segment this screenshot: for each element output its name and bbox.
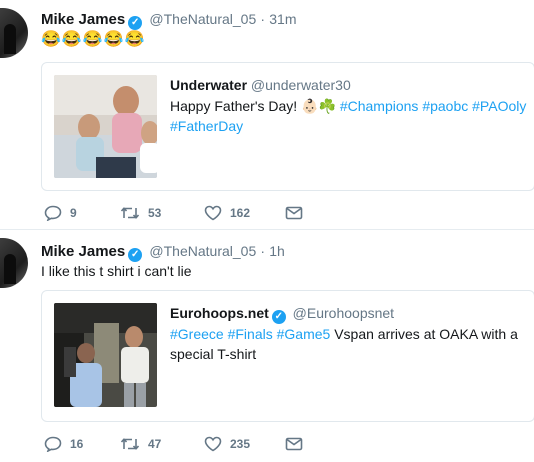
quoted-author-handle[interactable]: @Eurohoopsnet xyxy=(293,305,394,321)
reply-count: 16 xyxy=(70,437,84,451)
quoted-author-name[interactable]: Eurohoops.net xyxy=(170,305,269,321)
separator: · xyxy=(260,243,266,259)
verified-icon: ✓ xyxy=(128,248,143,262)
like-button[interactable]: 235 xyxy=(204,436,250,452)
timestamp[interactable]: 31m xyxy=(269,11,296,27)
like-icon xyxy=(204,205,222,221)
tweet[interactable]: Mike James ✓ @TheNatural_05 · 31m 😂😂😂😂😂 U… xyxy=(0,0,534,229)
message-button[interactable] xyxy=(285,436,303,452)
retweet-icon xyxy=(120,438,140,450)
verified-icon: ✓ xyxy=(128,16,143,30)
retweet-count: 53 xyxy=(148,206,162,220)
timestamp[interactable]: 1h xyxy=(269,243,285,259)
quoted-tweet[interactable]: Underwater @underwater30 Happy Father's … xyxy=(41,62,534,191)
verified-icon: ✓ xyxy=(271,310,286,324)
message-icon xyxy=(285,206,303,220)
hashtag-link[interactable]: #paobc xyxy=(422,98,468,114)
tweet-header: Mike James ✓ @TheNatural_05 · 31m xyxy=(41,9,296,30)
quoted-author-handle[interactable]: @underwater30 xyxy=(251,77,351,93)
avatar[interactable] xyxy=(0,238,28,288)
quoted-image[interactable] xyxy=(54,303,157,407)
quoted-text: #Greece #Finals #Game5 Vspan arrives at … xyxy=(170,324,530,364)
hashtag-link[interactable]: #FatherDay xyxy=(170,118,243,134)
author-handle[interactable]: @TheNatural_05 xyxy=(149,11,256,27)
reply-button[interactable]: 16 xyxy=(44,436,83,452)
retweet-button[interactable]: 47 xyxy=(120,436,161,452)
author-name[interactable]: Mike James xyxy=(41,243,125,260)
hashtag-link[interactable]: #Game5 xyxy=(277,326,331,342)
like-button[interactable]: 162 xyxy=(204,205,250,221)
quoted-header: Eurohoops.net ✓ @Eurohoopsnet xyxy=(170,303,394,324)
tweet-text: I like this t shirt i can't lie xyxy=(41,263,192,279)
message-button[interactable] xyxy=(285,205,303,221)
hashtag-link[interactable]: #Champions xyxy=(340,98,419,114)
quoted-author-name[interactable]: Underwater xyxy=(170,77,247,93)
reply-icon xyxy=(44,205,62,221)
quoted-header: Underwater @underwater30 xyxy=(170,75,351,95)
hashtag-link[interactable]: #Finals xyxy=(228,326,273,342)
hashtag-link[interactable]: #Greece xyxy=(170,326,224,342)
message-icon xyxy=(285,437,303,451)
like-count: 235 xyxy=(230,437,251,451)
author-handle[interactable]: @TheNatural_05 xyxy=(149,243,256,259)
tweet-text: 😂😂😂😂😂 xyxy=(41,31,146,48)
like-icon xyxy=(204,436,222,452)
quoted-image[interactable] xyxy=(54,75,157,178)
retweet-count: 47 xyxy=(148,437,162,451)
quoted-text-prefix: Happy Father's Day! 👶🏻☘️ xyxy=(170,98,340,114)
reply-button[interactable]: 9 xyxy=(44,205,77,221)
retweet-button[interactable]: 53 xyxy=(120,205,161,221)
separator: · xyxy=(260,11,266,27)
quoted-tweet[interactable]: Eurohoops.net ✓ @Eurohoopsnet #Greece #Fi… xyxy=(41,290,534,422)
quoted-text: Happy Father's Day! 👶🏻☘️ #Champions #pao… xyxy=(170,96,530,136)
retweet-icon xyxy=(120,207,140,219)
author-name[interactable]: Mike James xyxy=(41,11,125,28)
hashtag-link[interactable]: #PAOoly xyxy=(472,98,526,114)
tweet-header: Mike James ✓ @TheNatural_05 · 1h xyxy=(41,241,285,262)
reply-icon xyxy=(44,436,62,452)
tweet[interactable]: Mike James ✓ @TheNatural_05 · 1h I like t… xyxy=(0,230,534,462)
avatar[interactable] xyxy=(0,8,28,58)
reply-count: 9 xyxy=(70,206,77,220)
like-count: 162 xyxy=(230,206,251,220)
